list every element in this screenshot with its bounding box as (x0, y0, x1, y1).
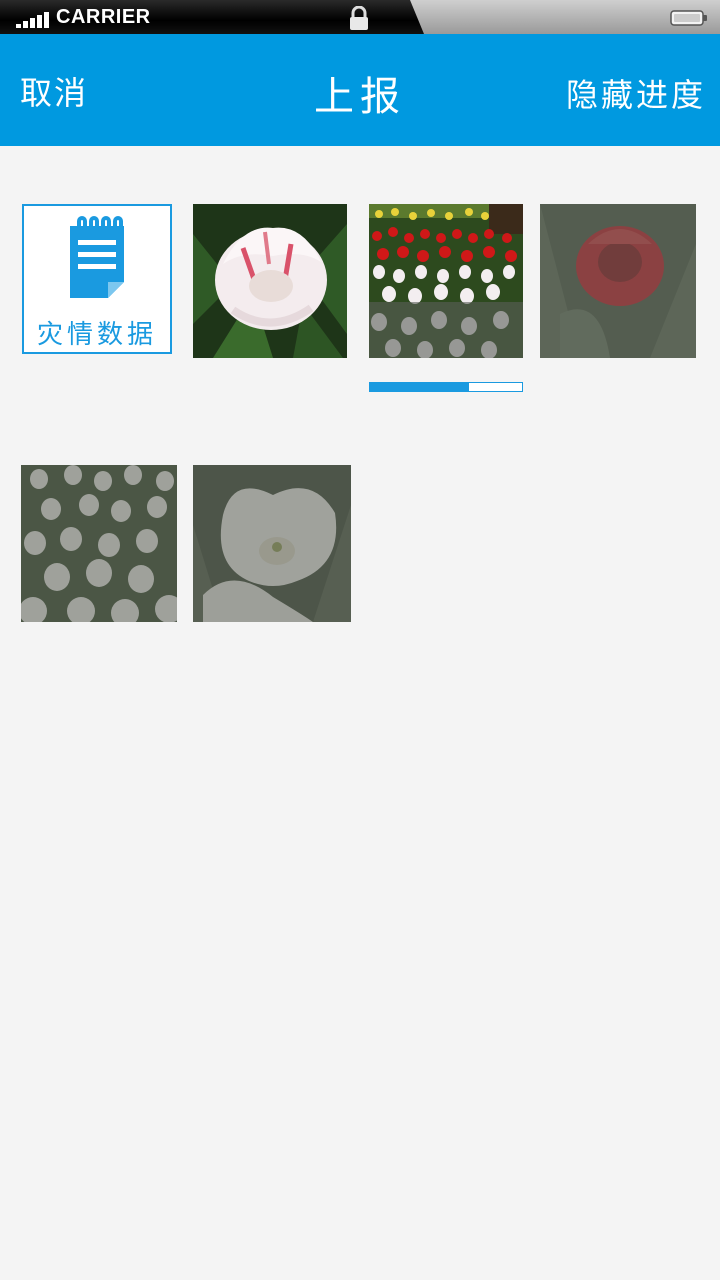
hide-progress-button[interactable]: 隐藏进度 (566, 70, 706, 116)
notepad-icon (70, 216, 124, 298)
status-bar: CARRIER (0, 0, 720, 34)
upload-progress-bar (369, 382, 523, 392)
photo-thumbnail-4[interactable] (21, 465, 177, 622)
photo-thumbnail-1[interactable] (193, 204, 347, 358)
disaster-data-tile[interactable]: 灾情数据 (22, 204, 172, 354)
signal-bars-icon (16, 10, 52, 28)
nav-bar: 取消 上报 隐藏进度 (0, 34, 720, 146)
upload-progress-fill (370, 383, 469, 391)
lock-icon (350, 6, 368, 30)
carrier-name: CARRIER (56, 6, 151, 28)
photo-thumbnail-5[interactable] (193, 465, 351, 622)
disaster-data-label: 灾情数据 (36, 320, 157, 350)
photo-thumbnail-3[interactable] (540, 204, 696, 358)
photo-thumbnail-2[interactable] (369, 204, 523, 358)
battery-icon (670, 10, 707, 26)
